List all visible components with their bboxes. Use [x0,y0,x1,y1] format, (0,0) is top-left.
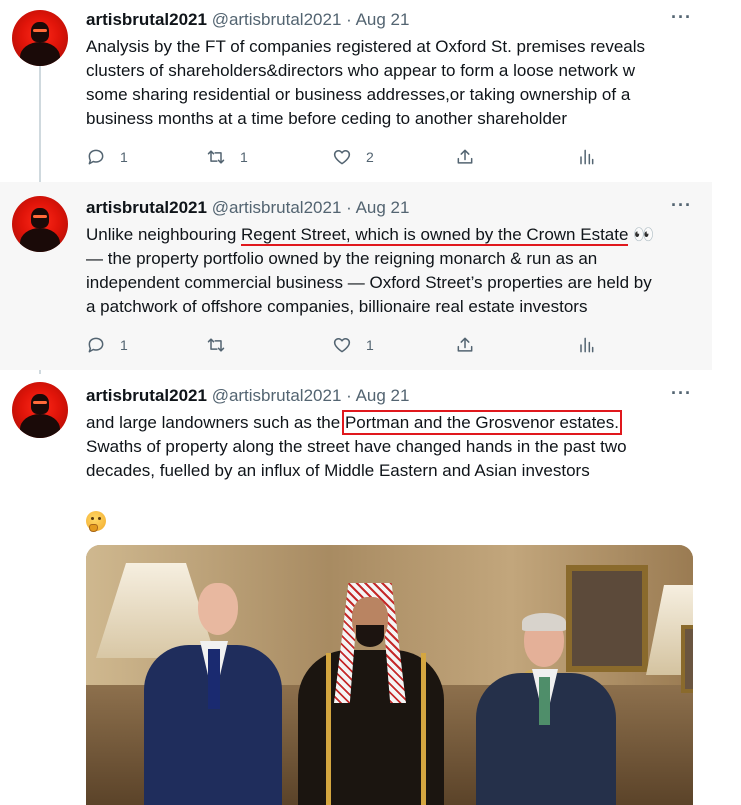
tweet[interactable]: artisbrutal2021 @artisbrutal2021 · Aug 2… [0,0,712,182]
tweet-date[interactable]: Aug 21 [356,386,410,405]
more-options-icon[interactable]: ··· [671,7,692,28]
tweet-text-line: Analysis by the FT of companies register… [86,37,646,56]
analytics-icon [580,337,594,353]
reply-count: 1 [120,149,128,165]
like-button[interactable]: 2 [332,145,374,169]
retweet-icon [207,338,225,352]
more-options-icon[interactable]: ··· [671,383,692,404]
reply-icon [88,337,104,353]
retweet-button[interactable]: 1 [206,145,248,169]
tweet-text-line: some sharing residential or business add… [86,85,631,104]
share-button[interactable] [455,145,475,169]
text-segment: Unlike neighbouring [86,225,241,244]
retweet-icon [207,150,225,164]
heart-icon [333,338,351,353]
analytics-button[interactable] [576,145,596,169]
author-handle[interactable]: @artisbrutal2021 [212,10,342,29]
tweet-text-line: clusters of shareholders&directors who a… [86,61,635,80]
tweet-text-line: a patchwork of offshore companies, billi… [86,297,588,316]
author-handle[interactable]: @artisbrutal2021 [212,198,342,217]
tweet-photo[interactable] [86,545,693,805]
separator: · [341,386,356,405]
tweet-actions: 1 1 2 [86,145,606,169]
avatar[interactable] [12,10,68,66]
tweet-header: artisbrutal2021 @artisbrutal2021 · Aug 2… [86,10,409,30]
separator: · [341,10,356,29]
tweet-header: artisbrutal2021 @artisbrutal2021 · Aug 2… [86,386,409,406]
like-button[interactable]: 1 [332,333,374,357]
tweet-header: artisbrutal2021 @artisbrutal2021 · Aug 2… [86,198,409,218]
author-name[interactable]: artisbrutal2021 [86,10,207,29]
tweet-text-line: Swaths of property along the street have… [86,437,627,456]
text-segment: and large landowners such as the [86,413,345,432]
tweet-text-line: — the property portfolio owned by the re… [86,249,598,268]
tweet-text-line: independent commercial business — Oxford… [86,273,652,292]
heart-icon [333,150,351,165]
analytics-icon [580,149,594,165]
tweet-text: Unlike neighbouring Regent Street, which… [86,223,701,319]
author-name[interactable]: artisbrutal2021 [86,386,207,405]
tweet-text: Analysis by the FT of companies register… [86,35,701,131]
tweet-text: and large landowners such as the Portman… [86,410,701,483]
tweet-text-line: decades, fuelled by an influx of Middle … [86,461,590,480]
tweet-text-line: Unlike neighbouring Regent Street, which… [86,223,701,247]
tweet-text-line: business months at a time before ceding … [86,109,568,128]
eyes-emoji: 👀 [628,225,655,244]
tweet-date[interactable]: Aug 21 [356,10,410,29]
tweet-date[interactable]: Aug 21 [356,198,410,217]
author-name[interactable]: artisbrutal2021 [86,198,207,217]
avatar[interactable] [12,196,68,252]
reply-count: 1 [120,337,128,353]
tweet[interactable]: artisbrutal2021 @artisbrutal2021 · Aug 2… [0,182,712,370]
author-handle[interactable]: @artisbrutal2021 [212,386,342,405]
retweet-button[interactable] [206,333,240,357]
avatar[interactable] [12,382,68,438]
more-options-icon[interactable]: ··· [671,195,692,216]
highlighted-text: Regent Street, which is owned by the Cro… [241,225,629,246]
tweet-actions: 1 1 [86,333,606,357]
share-icon [457,149,473,164]
reply-button[interactable]: 1 [86,333,128,357]
like-count: 2 [366,149,374,165]
thinking-face-emoji [86,511,106,532]
retweet-count: 1 [240,149,248,165]
like-count: 1 [366,337,374,353]
share-icon [457,337,473,352]
share-button[interactable] [455,333,475,357]
tweet-text-line: and large landowners such as the Portman… [86,410,701,435]
highlighted-text: Portman and the Grosvenor estates. [341,410,623,435]
analytics-button[interactable] [576,333,596,357]
reply-button[interactable]: 1 [86,145,128,169]
separator: · [341,198,356,217]
reply-icon [88,149,104,165]
